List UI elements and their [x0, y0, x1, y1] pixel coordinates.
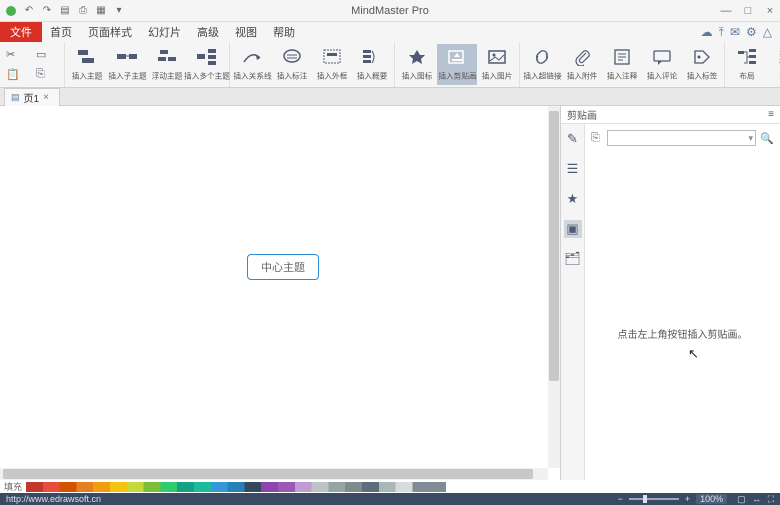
insert-topic-button[interactable]: 插入主题: [67, 44, 107, 85]
zoom-out-button[interactable]: −: [618, 494, 623, 504]
insert-image-button[interactable]: 插入图片: [477, 44, 517, 85]
paste-button[interactable]: 📋: [6, 68, 28, 80]
insert-relation-button[interactable]: 插入关系线: [232, 44, 272, 85]
insert-boundary-button[interactable]: 插入外框: [312, 44, 352, 85]
redo-button[interactable]: ↷: [40, 4, 54, 18]
clipart-panel: 剪贴画 ≡ ✎ ☰ ★ ▣ 🗂 ⎘ ▾ 🔍 点击左上角按钮插入剪贴画。: [560, 106, 780, 480]
menu-view[interactable]: 视图: [227, 22, 265, 42]
tab-close-button[interactable]: ×: [43, 92, 49, 103]
ribbon-clipboard: ✂ 📋 ▭ ⎘: [0, 42, 65, 87]
app-logo-icon: [4, 4, 18, 18]
menu-advanced[interactable]: 高级: [189, 22, 227, 42]
insert-multi-topic-button[interactable]: 插入多个主题: [187, 44, 227, 85]
panel-tabs: ✎ ☰ ★ ▣ 🗂: [561, 124, 585, 480]
minimize-button[interactable]: —: [720, 5, 732, 17]
menu-page-style[interactable]: 页面样式: [80, 22, 140, 42]
work-area: 中心主题 ↖ 剪贴画 ≡ ✎ ☰ ★ ▣ 🗂 ⎘ ▾ 🔍: [0, 106, 780, 480]
panel-tab-style[interactable]: ✎: [564, 130, 582, 148]
filter-icon[interactable]: ⎘: [591, 132, 603, 145]
floating-topic-button[interactable]: 浮动主题: [147, 44, 187, 85]
canvas[interactable]: 中心主题 ↖: [0, 106, 548, 468]
save-button[interactable]: ▤: [58, 4, 72, 18]
insert-clipart-button[interactable]: 插入剪贴画: [437, 44, 477, 85]
fullscreen-icon[interactable]: ⛶: [768, 494, 774, 504]
ribbon-media: 插入图标 插入剪贴画 插入图片: [395, 42, 520, 87]
share-icon[interactable]: ⤒: [719, 25, 724, 40]
insert-tag-button[interactable]: 插入标签: [682, 44, 722, 85]
fit-page-icon[interactable]: ▢: [737, 494, 746, 504]
zoom-in-button[interactable]: +: [685, 494, 690, 504]
insert-subtopic-button[interactable]: 插入子主题: [107, 44, 147, 85]
symbol-icon[interactable]: △: [763, 25, 772, 39]
zoom-percent[interactable]: 100%: [696, 494, 727, 504]
panel-tab-icons[interactable]: ★: [564, 190, 582, 208]
quick-access-toolbar: ↶ ↷ ▤ ⎙ ▦ ▾: [0, 4, 126, 18]
menu-help[interactable]: 帮助: [265, 22, 303, 42]
insert-note-button[interactable]: 插入注释: [602, 44, 642, 85]
print-button[interactable]: ⎙: [76, 4, 90, 18]
menu-bar: 文件 首页 页面样式 幻灯片 高级 视图 帮助 ☁ ⤒ ✉ ⚙ △: [0, 22, 780, 42]
insert-callout-button[interactable]: 插入标注: [272, 44, 312, 85]
horizontal-scrollbar[interactable]: [0, 468, 548, 480]
copy-button[interactable]: ▭: [36, 49, 58, 61]
preview-button[interactable]: ▦: [94, 4, 108, 18]
insert-attachment-button[interactable]: 插入附件: [562, 44, 602, 85]
qat-more-button[interactable]: ▾: [112, 4, 126, 18]
close-button[interactable]: ×: [764, 5, 776, 17]
ribbon-links: 插入关系线 插入标注 插入外框 插入概要: [230, 42, 395, 87]
central-topic-node[interactable]: 中心主题: [247, 254, 319, 280]
page-tab-1[interactable]: ▤ 页1 ×: [4, 88, 60, 106]
canvas-wrap: 中心主题 ↖: [0, 106, 560, 480]
insert-comment-button[interactable]: 插入评论: [642, 44, 682, 85]
view-mode-buttons: ▢ ↔ ⛶: [733, 494, 774, 505]
panel-hint: 点击左上角按钮插入剪贴画。: [591, 326, 774, 341]
cursor-icon: ↖: [688, 346, 699, 362]
numbering-button[interactable]: 12编号: [767, 44, 780, 85]
search-icon[interactable]: 🔍: [760, 132, 774, 145]
zoom-slider[interactable]: [629, 498, 679, 500]
color-palette-bar: 填充: [0, 480, 780, 493]
panel-menu-button[interactable]: ≡: [768, 109, 774, 120]
format-painter-button[interactable]: ⎘: [36, 68, 58, 80]
ribbon-attach: 插入超链接 插入附件 插入注释 插入评论 插入标签: [520, 42, 725, 87]
color-palette[interactable]: [26, 482, 446, 492]
window-controls: — □ ×: [720, 5, 776, 17]
mail-icon[interactable]: ✉: [730, 25, 740, 39]
insert-hyperlink-button[interactable]: 插入超链接: [522, 44, 562, 85]
palette-label: 填充: [0, 480, 26, 493]
title-bar: ↶ ↷ ▤ ⎙ ▦ ▾ MindMaster Pro — □ ×: [0, 0, 780, 22]
panel-tab-task[interactable]: 🗂: [564, 250, 582, 268]
menu-right-icons: ☁ ⤒ ✉ ⚙ △: [701, 22, 780, 42]
menu-file[interactable]: 文件: [0, 22, 42, 42]
ribbon-layout: 布局 12编号: [725, 42, 780, 87]
status-bar: http://www.edrawsoft.cn − + 100% ▢ ↔ ⛶: [0, 493, 780, 505]
fit-width-icon[interactable]: ↔: [752, 494, 761, 504]
panel-tab-outline[interactable]: ☰: [564, 160, 582, 178]
status-url: http://www.edrawsoft.cn: [0, 494, 101, 504]
page-tab-strip: ▤ 页1 ×: [0, 88, 780, 106]
settings-icon[interactable]: ⚙: [746, 25, 757, 39]
panel-tab-clipart[interactable]: ▣: [564, 220, 582, 238]
panel-content: ⎘ ▾ 🔍 点击左上角按钮插入剪贴画。: [585, 124, 780, 480]
menu-slides[interactable]: 幻灯片: [140, 22, 189, 42]
layout-button[interactable]: 布局: [727, 44, 767, 85]
panel-title: 剪贴画: [567, 107, 597, 122]
ribbon-topics: 插入主题 插入子主题 浮动主题 插入多个主题: [65, 42, 230, 87]
menu-home[interactable]: 首页: [42, 22, 80, 42]
insert-summary-button[interactable]: 插入概要: [352, 44, 392, 85]
vertical-scrollbar[interactable]: [548, 106, 560, 468]
cut-button[interactable]: ✂: [6, 49, 28, 61]
page-tab-label: 页1: [24, 90, 40, 105]
ribbon: ✂ 📋 ▭ ⎘ 插入主题 插入子主题 浮动主题 插入多个主题 插入关系线 插入标…: [0, 42, 780, 88]
undo-button[interactable]: ↶: [22, 4, 36, 18]
clipart-category-combo[interactable]: ▾: [607, 130, 756, 146]
maximize-button[interactable]: □: [742, 5, 754, 17]
page-icon: ▤: [11, 92, 20, 103]
cloud-icon[interactable]: ☁: [701, 25, 713, 39]
insert-icon-button[interactable]: 插入图标: [397, 44, 437, 85]
